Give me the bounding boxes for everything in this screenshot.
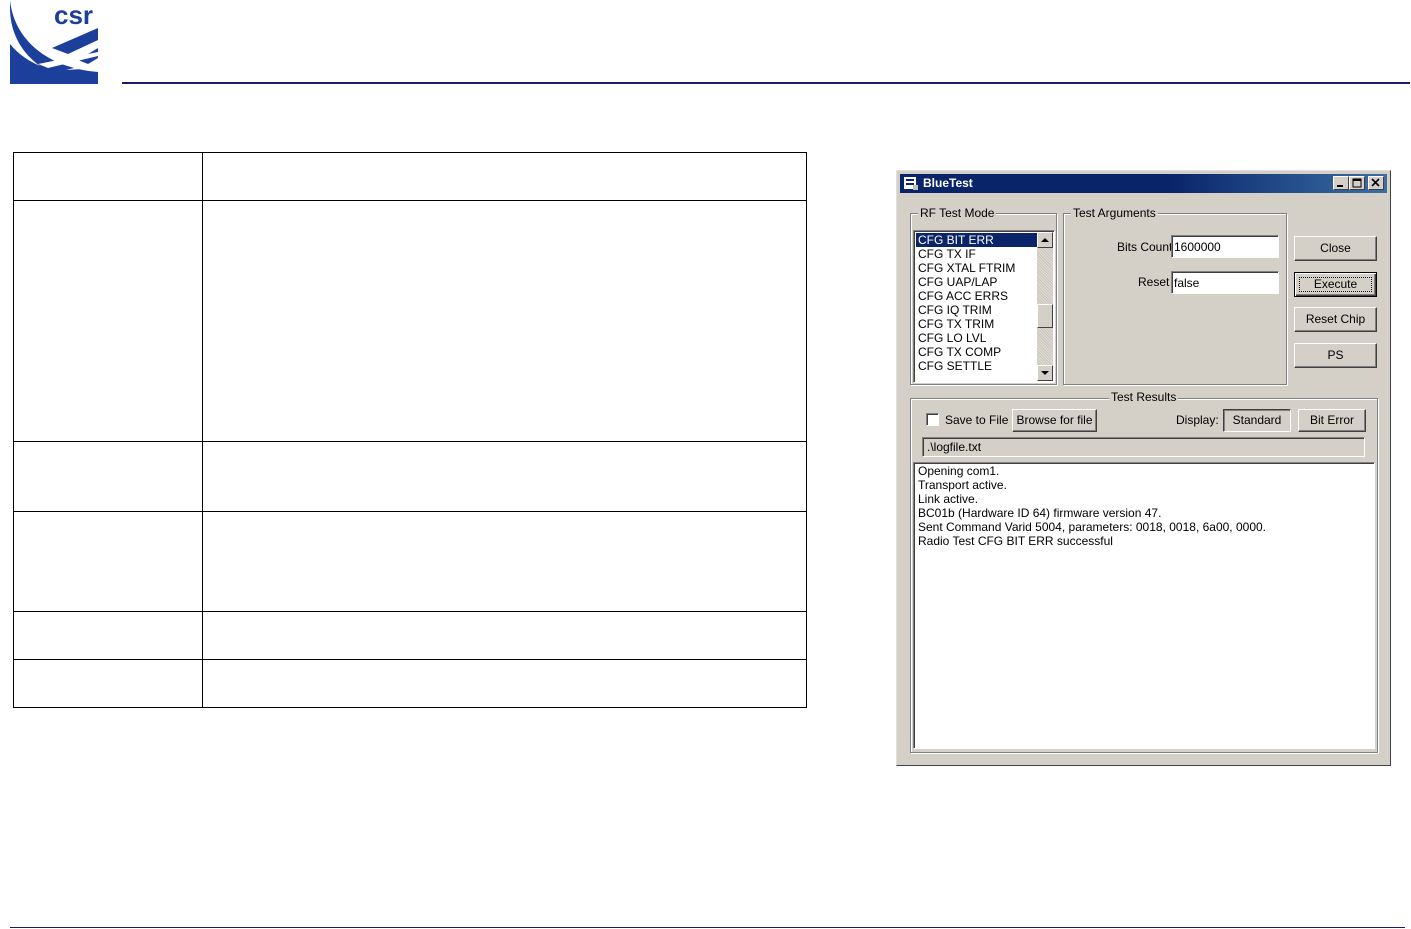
list-item[interactable]: CFG SETTLE	[916, 359, 1038, 373]
maximize-button[interactable]	[1349, 176, 1365, 190]
table-row	[13, 151, 807, 202]
bits-count-input[interactable]	[1171, 235, 1279, 258]
bit-error-toggle[interactable]: Bit Error	[1298, 409, 1366, 432]
close-button-label: Close	[1320, 241, 1351, 255]
browse-button[interactable]: Browse for file	[1012, 409, 1097, 432]
execute-button-label: Execute	[1313, 277, 1358, 291]
list-scrollbar[interactable]	[1037, 232, 1053, 381]
log-line: BC01b (Hardware ID 64) firmware version …	[918, 506, 1162, 520]
log-file-path[interactable]: .\logfile.txt	[922, 437, 1365, 457]
list-item[interactable]: CFG XTAL FTRIM	[916, 261, 1038, 275]
header-rule	[122, 82, 1410, 84]
scroll-down-button[interactable]	[1037, 365, 1053, 381]
log-line: Sent Command Varid 5004, parameters: 001…	[918, 520, 1267, 534]
table-row	[13, 510, 807, 612]
table-cell	[13, 510, 203, 612]
browse-button-label: Browse for file	[1016, 413, 1093, 427]
document-table	[13, 151, 807, 709]
table-cell	[202, 510, 807, 612]
table-cell	[202, 200, 807, 442]
table-cell	[202, 151, 807, 202]
test-results-label: Test Results	[1109, 390, 1179, 404]
table-row	[13, 440, 807, 512]
display-label: Display:	[1176, 413, 1219, 427]
arrow-down-icon	[1041, 371, 1049, 375]
reset-input[interactable]	[1171, 271, 1279, 294]
list-item[interactable]: CFG ACC ERRS	[916, 289, 1038, 303]
ps-button[interactable]: PS	[1294, 343, 1377, 368]
table-cell	[13, 658, 203, 709]
test-arguments-label: Test Arguments	[1071, 206, 1158, 220]
log-line: Link active.	[918, 492, 979, 506]
list-item[interactable]: CFG TX IF	[916, 247, 1038, 261]
close-window-button[interactable]	[1368, 176, 1384, 190]
bit-error-toggle-label: Bit Error	[1309, 413, 1354, 427]
list-item[interactable]: CFG LO LVL	[916, 331, 1038, 345]
list-item[interactable]: CFG IQ TRIM	[916, 303, 1038, 317]
list-item[interactable]: CFG UAP/LAP	[916, 275, 1038, 289]
reset-label: Reset	[1138, 275, 1170, 289]
scroll-thumb[interactable]	[1037, 304, 1053, 328]
rf-test-mode-label: RF Test Mode	[918, 206, 997, 220]
execute-button[interactable]: Execute	[1294, 272, 1377, 297]
csr-logo: csr	[10, 0, 98, 84]
list-item[interactable]: CFG BIT ERR	[916, 233, 1038, 247]
table-cell	[202, 658, 807, 709]
window-title: BlueTest	[923, 176, 973, 190]
maximize-icon	[1352, 178, 1362, 188]
rf-test-mode-list[interactable]: CFG BIT ERR CFG TX IF CFG XTAL FTRIM CFG…	[913, 230, 1055, 383]
minimize-icon	[1337, 185, 1343, 187]
list-item[interactable]: CFG TX TRIM	[916, 317, 1038, 331]
table-cell	[13, 610, 203, 660]
bits-count-label: Bits Count	[1117, 240, 1173, 254]
reset-chip-button-label: Reset Chip	[1305, 312, 1366, 326]
ps-button-label: PS	[1327, 348, 1344, 362]
table-row	[13, 610, 807, 660]
bluetest-window: BlueTest RF Test Mode CFG BIT ERR CFG TX…	[896, 170, 1391, 766]
table-row	[13, 200, 807, 442]
log-line: Radio Test CFG BIT ERR successful	[918, 534, 1113, 548]
table-cell	[13, 200, 203, 442]
table-cell	[202, 610, 807, 660]
close-button[interactable]: Close	[1294, 236, 1377, 261]
standard-toggle-label: Standard	[1232, 413, 1282, 427]
title-bar[interactable]: BlueTest	[900, 174, 1387, 193]
log-output[interactable]: Opening com1. Transport active. Link act…	[913, 462, 1375, 749]
table-cell	[13, 151, 203, 202]
standard-toggle[interactable]: Standard	[1223, 409, 1291, 432]
close-icon	[1371, 178, 1380, 187]
app-icon	[904, 177, 918, 190]
save-to-file-label[interactable]: Save to File	[945, 413, 1008, 427]
arrow-up-icon	[1041, 238, 1049, 242]
log-line: Transport active.	[918, 478, 1007, 492]
minimize-button[interactable]	[1333, 176, 1349, 190]
log-line: Opening com1.	[918, 464, 1000, 478]
reset-chip-button[interactable]: Reset Chip	[1294, 307, 1377, 332]
table-cell	[202, 440, 807, 512]
footer-rule	[10, 927, 1405, 928]
save-to-file-checkbox[interactable]	[926, 413, 939, 426]
scroll-up-button[interactable]	[1037, 232, 1053, 248]
table-cell	[13, 440, 203, 512]
table-row	[13, 658, 807, 709]
logo-text: csr	[54, 0, 93, 30]
list-item[interactable]: CFG TX COMP	[916, 345, 1038, 359]
